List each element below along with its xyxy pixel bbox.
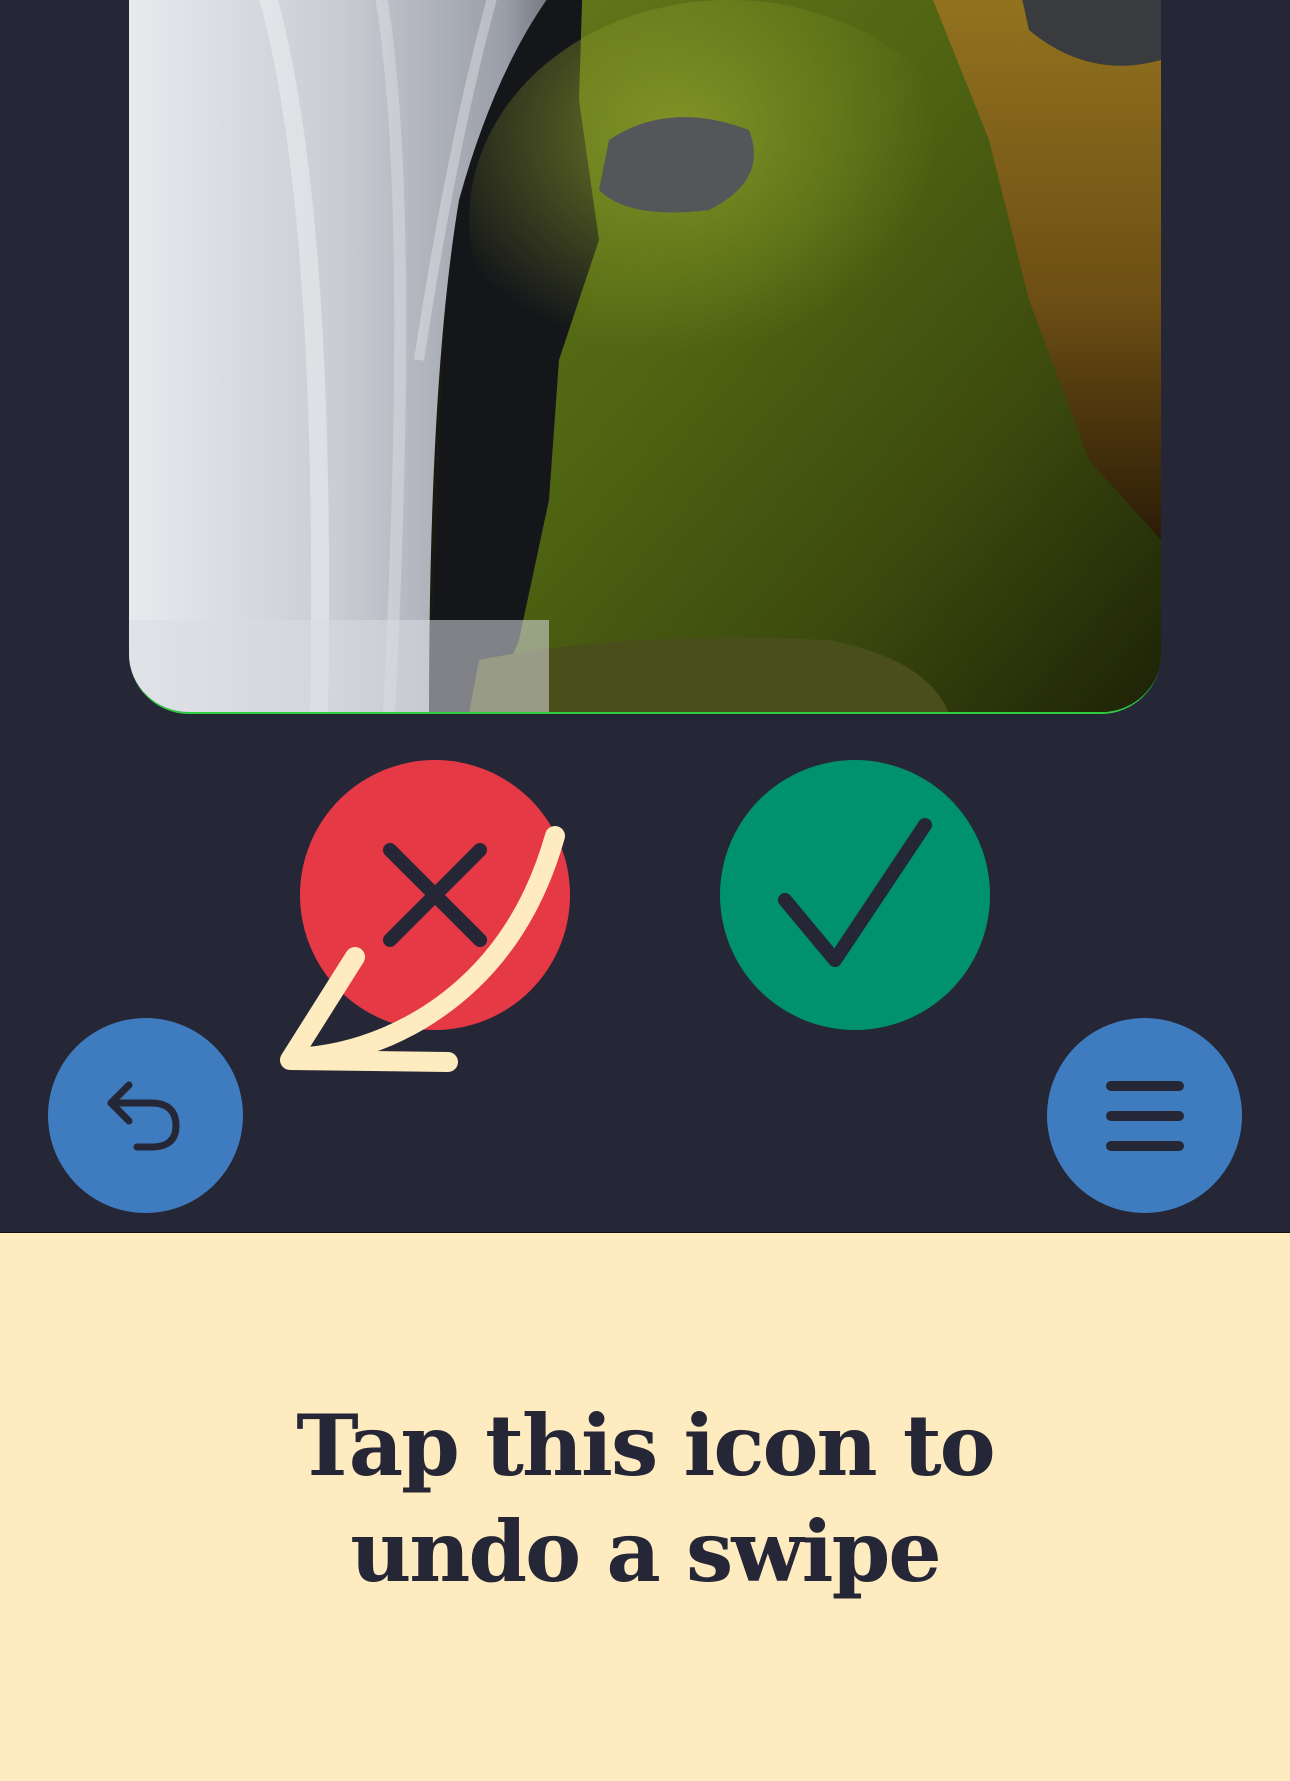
checkmark-icon: [778, 818, 932, 967]
menu-button[interactable]: [1047, 1018, 1242, 1213]
tutorial-panel: Tap this icon to undo a swipe: [0, 1232, 1290, 1781]
reject-button[interactable]: [300, 760, 570, 1030]
accept-button[interactable]: [720, 760, 990, 1030]
tutorial-message: Tap this icon to undo a swipe: [296, 1396, 995, 1601]
close-icon: [383, 843, 487, 947]
undo-button[interactable]: [48, 1018, 243, 1213]
swipe-screen: [0, 0, 1290, 1232]
photo-card[interactable]: [129, 0, 1161, 714]
menu-icon: [1105, 1080, 1184, 1151]
waterfall-photo: [129, 0, 1161, 712]
undo-icon: [107, 1081, 179, 1150]
